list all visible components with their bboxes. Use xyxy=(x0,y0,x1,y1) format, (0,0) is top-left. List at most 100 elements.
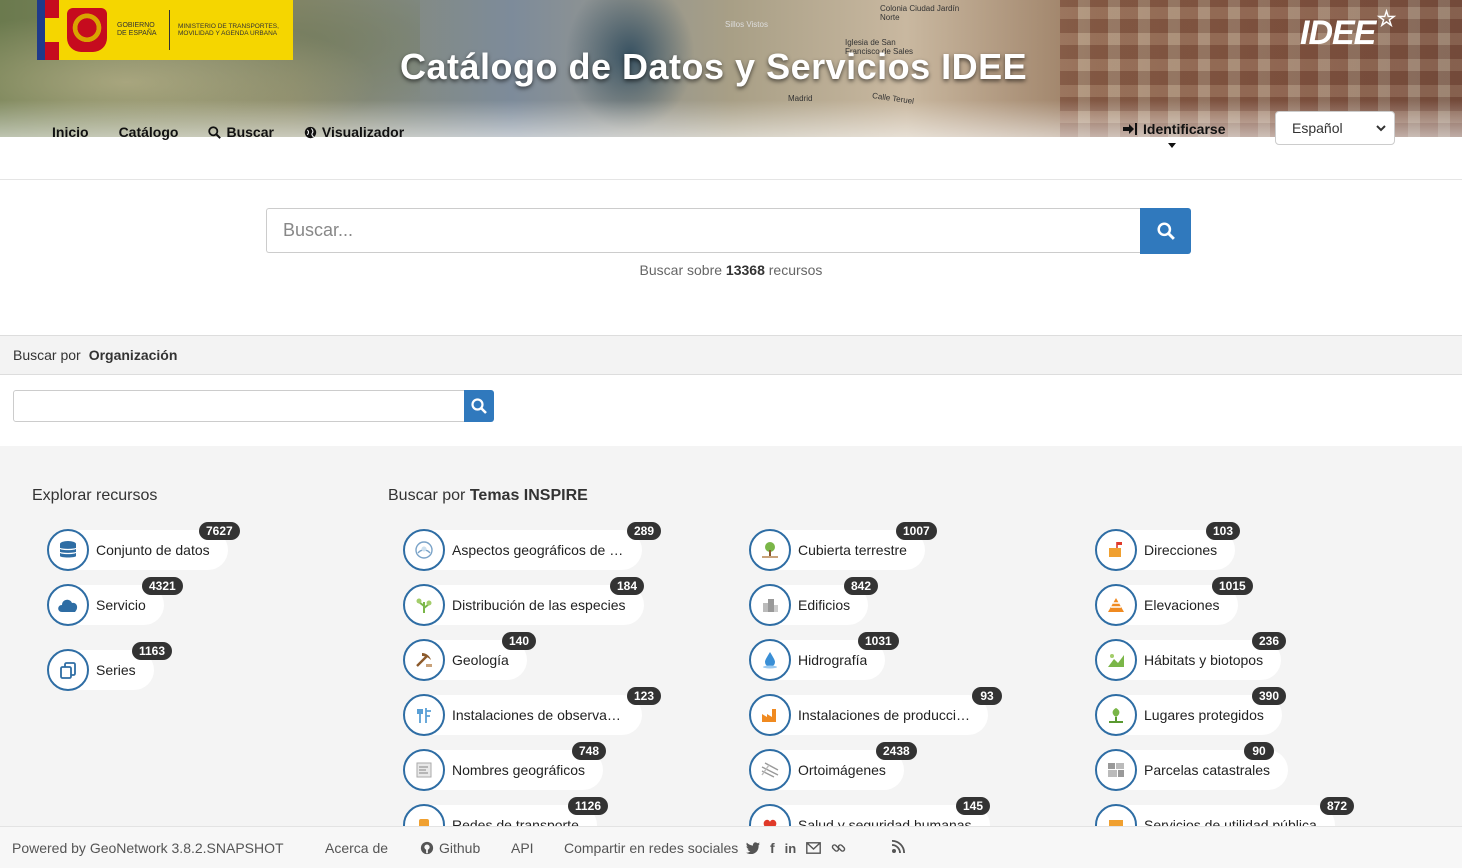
chip-label: Distribución de las especies xyxy=(452,597,626,613)
habitats-icon xyxy=(1095,639,1137,681)
inspire-theme[interactable]: Salud y seguridad humanas 145 xyxy=(749,797,991,826)
search-icon xyxy=(471,398,487,414)
transport-icon xyxy=(403,804,445,826)
chip-label: Lugares protegidos xyxy=(1144,707,1264,723)
inspire-theme[interactable]: Redes de transporte 1126 xyxy=(403,797,609,826)
inspire-theme[interactable]: Edificios 842 xyxy=(749,577,879,626)
count-badge: 1015 xyxy=(1212,577,1253,595)
search-button[interactable] xyxy=(1140,208,1191,254)
chevron-down-icon xyxy=(1376,124,1386,131)
login-label: Identificarse xyxy=(1143,121,1226,137)
inspire-theme[interactable]: Hidrografía 1031 xyxy=(749,632,899,681)
health-icon xyxy=(749,804,791,826)
inspire-theme[interactable]: Nombres geográficos 748 xyxy=(403,742,607,791)
footer: Powered by GeoNetwork 3.8.2.SNAPSHOT Ace… xyxy=(0,826,1462,868)
geographic-names-icon xyxy=(403,749,445,791)
geology-icon xyxy=(403,639,445,681)
resource-count: 13368 xyxy=(725,262,765,278)
eu-spain-flag-icon xyxy=(37,0,59,60)
nav-inicio[interactable]: Inicio xyxy=(52,124,89,140)
inspire-theme[interactable]: Aspectos geográficos de car... 289 xyxy=(403,522,662,571)
count-badge: 842 xyxy=(844,577,879,595)
explore-series[interactable]: Series 1163 xyxy=(47,642,173,691)
nav-catalogo[interactable]: Catálogo xyxy=(119,124,179,140)
login-link[interactable]: Identificarse xyxy=(1123,121,1225,137)
inspire-theme[interactable]: Instalaciones de observació... 123 xyxy=(403,687,662,736)
browse-section: Explorar recursos Buscar por Temas INSPI… xyxy=(0,446,1462,826)
count-badge: 140 xyxy=(502,632,537,650)
count-badge: 1163 xyxy=(132,642,173,660)
idee-logo-text: IDEE xyxy=(1300,14,1376,52)
chip-label: Ortoimágenes xyxy=(798,762,886,778)
site-title: Catálogo de Datos y Servicios IDEE xyxy=(400,46,1028,87)
org-prefix: Buscar por xyxy=(13,347,81,363)
count-prefix: Buscar sobre xyxy=(639,262,723,278)
count-badge: 2438 xyxy=(876,742,917,760)
inspire-theme[interactable]: Lugares protegidos 390 xyxy=(1095,687,1287,736)
idee-logo[interactable]: IDEE ☆ xyxy=(1300,6,1396,53)
inspire-theme[interactable]: Ortoimágenes 2438 xyxy=(749,742,917,791)
chip-label: Nombres geográficos xyxy=(452,762,586,778)
chip-label: Hábitats y biotopos xyxy=(1144,652,1264,668)
cloud-icon xyxy=(47,584,89,626)
search-icon xyxy=(1156,222,1175,240)
api-link[interactable]: API xyxy=(511,840,534,856)
main-nav: Inicio Catálogo Buscar Visualizador xyxy=(52,124,404,140)
government-logo[interactable]: Gobierno de España Ministerio de Transpo… xyxy=(37,0,293,60)
logo-separator xyxy=(169,10,170,50)
nav-label: Buscar xyxy=(226,124,274,140)
inspire-theme[interactable]: Servicios de utilidad pública 872 xyxy=(1095,797,1355,826)
search-input[interactable]: Buscar... xyxy=(266,208,1141,253)
count-badge: 390 xyxy=(1252,687,1287,705)
chip-label: Aspectos geográficos de car... xyxy=(452,542,624,558)
inspire-theme[interactable]: Parcelas catastrales 90 xyxy=(1095,742,1289,791)
link-icon[interactable] xyxy=(831,841,846,855)
hydrography-icon xyxy=(749,639,791,681)
explore-datasets[interactable]: Conjunto de datos 7627 xyxy=(47,522,240,571)
map-label: Sillos Vistos xyxy=(725,20,768,29)
email-icon[interactable] xyxy=(806,842,822,854)
count-badge: 4321 xyxy=(142,577,183,595)
powered-by-link[interactable]: Powered by GeoNetwork 3.8.2.SNAPSHOT xyxy=(12,840,284,856)
count-badge: 1007 xyxy=(896,522,937,540)
count-badge: 103 xyxy=(1206,522,1241,540)
inspire-theme[interactable]: Distribución de las especies 184 xyxy=(403,577,645,626)
language-select[interactable]: Español xyxy=(1275,111,1395,145)
rss-icon[interactable] xyxy=(892,840,905,853)
inspire-theme[interactable]: Cubierta terrestre 1007 xyxy=(749,522,937,571)
search-placeholder: Buscar... xyxy=(283,220,354,240)
chip-label: Redes de transporte xyxy=(452,817,579,826)
count-badge: 7627 xyxy=(199,522,240,540)
inspire-theme[interactable]: Direcciones 103 xyxy=(1095,522,1241,571)
explore-services[interactable]: Servicio 4321 xyxy=(47,577,183,626)
inspire-theme[interactable]: Instalaciones de producción ... 93 xyxy=(749,687,1002,736)
map-label: Colonia Ciudad Jardín Norte xyxy=(880,4,960,22)
chip-label: Servicio xyxy=(96,597,146,613)
nav-visualizador[interactable]: Visualizador xyxy=(304,124,404,140)
utility-icon xyxy=(1095,804,1137,826)
linkedin-icon[interactable]: in xyxy=(785,841,797,856)
inspire-theme[interactable]: Hábitats y biotopos 236 xyxy=(1095,632,1287,681)
org-search-button[interactable] xyxy=(464,390,494,422)
chip-label: Direcciones xyxy=(1144,542,1218,558)
chip-label: Series xyxy=(96,662,136,678)
sign-in-icon xyxy=(1123,123,1137,135)
org-search-input[interactable] xyxy=(13,390,465,422)
species-icon xyxy=(403,584,445,626)
about-link[interactable]: Acerca de xyxy=(325,840,388,856)
chip-label: Salud y seguridad humanas xyxy=(798,817,972,826)
inspire-theme[interactable]: Geología 140 xyxy=(403,632,537,681)
nav-buscar[interactable]: Buscar xyxy=(208,124,274,140)
count-suffix: recursos xyxy=(768,262,823,278)
nav-label: Inicio xyxy=(52,124,89,140)
twitter-icon[interactable] xyxy=(746,842,760,854)
inspire-title: Buscar por Temas INSPIRE xyxy=(388,487,588,505)
count-badge: 236 xyxy=(1252,632,1287,650)
chevron-down-icon[interactable] xyxy=(1168,143,1176,148)
github-link[interactable]: Github xyxy=(420,840,480,856)
inspire-theme[interactable]: Elevaciones 1015 xyxy=(1095,577,1253,626)
search-count-text: Buscar sobre 13368 recursos xyxy=(0,262,1462,278)
addresses-icon xyxy=(1095,529,1137,571)
facebook-icon[interactable]: f xyxy=(770,840,775,856)
chip-label: Instalaciones de producción ... xyxy=(798,707,970,723)
